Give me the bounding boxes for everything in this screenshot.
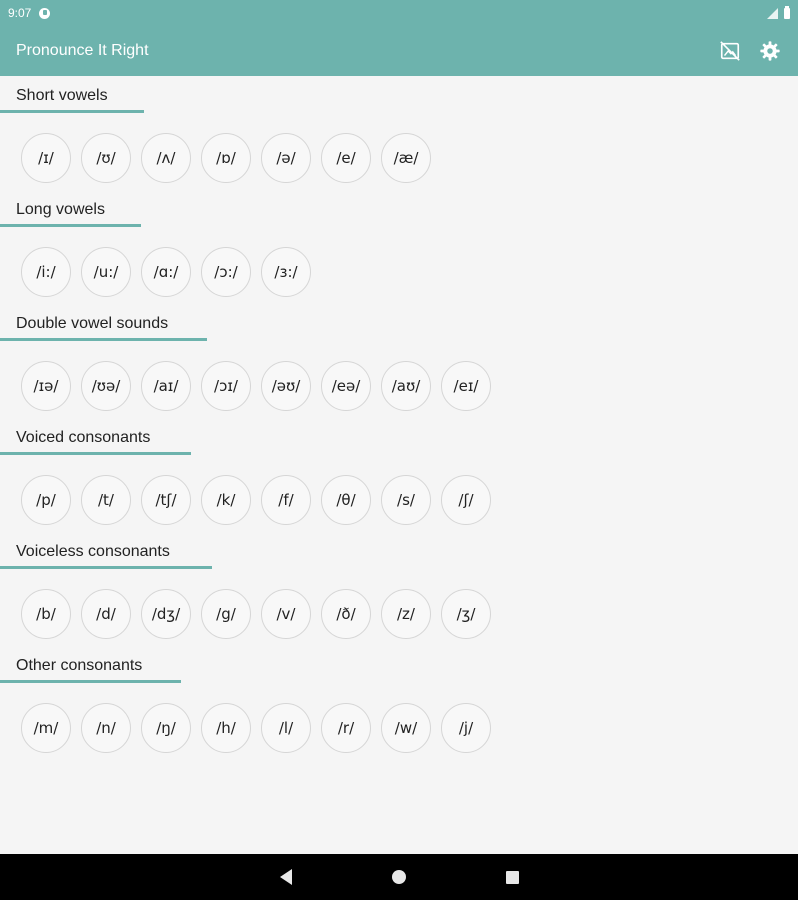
phoneme-button[interactable]: /f/ xyxy=(261,475,311,525)
phoneme-button[interactable]: /ə/ xyxy=(261,133,311,183)
section-underline xyxy=(0,566,212,569)
phoneme-sections: Short vowels /ɪ/ /ʊ/ /ʌ/ /ɒ/ /ə/ /e/ /æ/… xyxy=(0,76,798,760)
phoneme-row: /m/ /n/ /ŋ/ /h/ /l/ /r/ /w/ /j/ xyxy=(21,703,491,753)
phoneme-button[interactable]: /aʊ/ xyxy=(381,361,431,411)
navigation-bar xyxy=(0,854,798,900)
phoneme-button[interactable]: /ʒ/ xyxy=(441,589,491,639)
phoneme-button[interactable]: /u:/ xyxy=(81,247,131,297)
phoneme-button[interactable]: /s/ xyxy=(381,475,431,525)
phoneme-button[interactable]: /r/ xyxy=(321,703,371,753)
phoneme-row: /i:/ /u:/ /ɑ:/ /ɔ:/ /ɜ:/ xyxy=(21,247,311,297)
phoneme-button[interactable]: /aɪ/ xyxy=(141,361,191,411)
phoneme-button[interactable]: /ɒ/ xyxy=(201,133,251,183)
phoneme-button[interactable]: /ɪə/ xyxy=(21,361,71,411)
phoneme-button[interactable]: /p/ xyxy=(21,475,71,525)
phoneme-button[interactable]: /t/ xyxy=(81,475,131,525)
gear-icon xyxy=(760,41,780,61)
phoneme-button[interactable]: /ʌ/ xyxy=(141,133,191,183)
phoneme-button[interactable]: /b/ xyxy=(21,589,71,639)
app-actions xyxy=(718,39,782,63)
app-notification-icon xyxy=(39,7,51,19)
phoneme-button[interactable]: /g/ xyxy=(201,589,251,639)
section-underline xyxy=(0,110,144,113)
phoneme-button[interactable]: /eə/ xyxy=(321,361,371,411)
section-title: Double vowel sounds xyxy=(16,315,169,332)
phoneme-button[interactable]: /ɪ/ xyxy=(21,133,71,183)
phoneme-button[interactable]: /m/ xyxy=(21,703,71,753)
section-long-vowels: Long vowels /i:/ /u:/ /ɑ:/ /ɔ:/ /ɜ:/ xyxy=(0,190,798,304)
image-off-icon xyxy=(720,41,740,61)
status-bar: 9:07 xyxy=(0,0,798,26)
phoneme-button[interactable]: /ʊə/ xyxy=(81,361,131,411)
phoneme-button[interactable]: /ɜ:/ xyxy=(261,247,311,297)
image-off-button[interactable] xyxy=(718,39,742,63)
settings-button[interactable] xyxy=(758,39,782,63)
recents-icon xyxy=(505,870,519,884)
phoneme-row: /b/ /d/ /dʒ/ /g/ /v/ /ð/ /z/ /ʒ/ xyxy=(21,589,491,639)
section-title: Long vowels xyxy=(16,201,105,218)
phoneme-button[interactable]: /ʃ/ xyxy=(441,475,491,525)
section-underline xyxy=(0,224,141,227)
section-underline xyxy=(0,680,181,683)
phoneme-button[interactable]: /n/ xyxy=(81,703,131,753)
section-title: Voiced consonants xyxy=(16,429,151,446)
phoneme-button[interactable]: /ʊ/ xyxy=(81,133,131,183)
section-title: Short vowels xyxy=(16,87,108,104)
phoneme-button[interactable]: /k/ xyxy=(201,475,251,525)
section-title: Other consonants xyxy=(16,657,143,674)
home-icon xyxy=(391,870,406,884)
signal-icon xyxy=(767,7,778,19)
section-underline xyxy=(0,452,191,455)
section-voiceless-consonants: Voiceless consonants /b/ /d/ /dʒ/ /g/ /v… xyxy=(0,532,798,646)
phoneme-button[interactable]: /i:/ xyxy=(21,247,71,297)
app-title: Pronounce It Right xyxy=(16,42,149,59)
status-icons xyxy=(767,5,790,19)
battery-icon xyxy=(784,5,790,19)
phoneme-button[interactable]: /æ/ xyxy=(381,133,431,183)
section-underline xyxy=(0,338,207,341)
phoneme-button[interactable]: /eɪ/ xyxy=(441,361,491,411)
nav-home-button[interactable] xyxy=(391,870,406,884)
phoneme-button[interactable]: /θ/ xyxy=(321,475,371,525)
phoneme-button[interactable]: /ɔɪ/ xyxy=(201,361,251,411)
phoneme-button[interactable]: /dʒ/ xyxy=(141,589,191,639)
phoneme-button[interactable]: /ɔ:/ xyxy=(201,247,251,297)
section-double-vowel-sounds: Double vowel sounds /ɪə/ /ʊə/ /aɪ/ /ɔɪ/ … xyxy=(0,304,798,418)
phoneme-button[interactable]: /tʃ/ xyxy=(141,475,191,525)
nav-recents-button[interactable] xyxy=(505,870,519,884)
phoneme-button[interactable]: /əʊ/ xyxy=(261,361,311,411)
phoneme-row: /p/ /t/ /tʃ/ /k/ /f/ /θ/ /s/ /ʃ/ xyxy=(21,475,491,525)
phoneme-button[interactable]: /d/ xyxy=(81,589,131,639)
section-other-consonants: Other consonants /m/ /n/ /ŋ/ /h/ /l/ /r/… xyxy=(0,646,798,760)
section-title: Voiceless consonants xyxy=(16,543,170,560)
nav-back-button[interactable] xyxy=(279,869,292,885)
app-bar: Pronounce It Right xyxy=(0,26,798,76)
section-short-vowels: Short vowels /ɪ/ /ʊ/ /ʌ/ /ɒ/ /ə/ /e/ /æ/ xyxy=(0,76,798,190)
phoneme-button[interactable]: /l/ xyxy=(261,703,311,753)
phoneme-button[interactable]: /ŋ/ xyxy=(141,703,191,753)
phoneme-button[interactable]: /e/ xyxy=(321,133,371,183)
phoneme-button[interactable]: /j/ xyxy=(441,703,491,753)
phoneme-button[interactable]: /z/ xyxy=(381,589,431,639)
phoneme-row: /ɪ/ /ʊ/ /ʌ/ /ɒ/ /ə/ /e/ /æ/ xyxy=(21,133,431,183)
section-voiced-consonants: Voiced consonants /p/ /t/ /tʃ/ /k/ /f/ /… xyxy=(0,418,798,532)
phoneme-row: /ɪə/ /ʊə/ /aɪ/ /ɔɪ/ /əʊ/ /eə/ /aʊ/ /eɪ/ xyxy=(21,361,491,411)
status-time: 9:07 xyxy=(8,6,32,20)
phoneme-button[interactable]: /ð/ xyxy=(321,589,371,639)
phoneme-button[interactable]: /v/ xyxy=(261,589,311,639)
phoneme-button[interactable]: /h/ xyxy=(201,703,251,753)
phoneme-button[interactable]: /w/ xyxy=(381,703,431,753)
back-icon xyxy=(279,869,292,885)
phoneme-button[interactable]: /ɑ:/ xyxy=(141,247,191,297)
